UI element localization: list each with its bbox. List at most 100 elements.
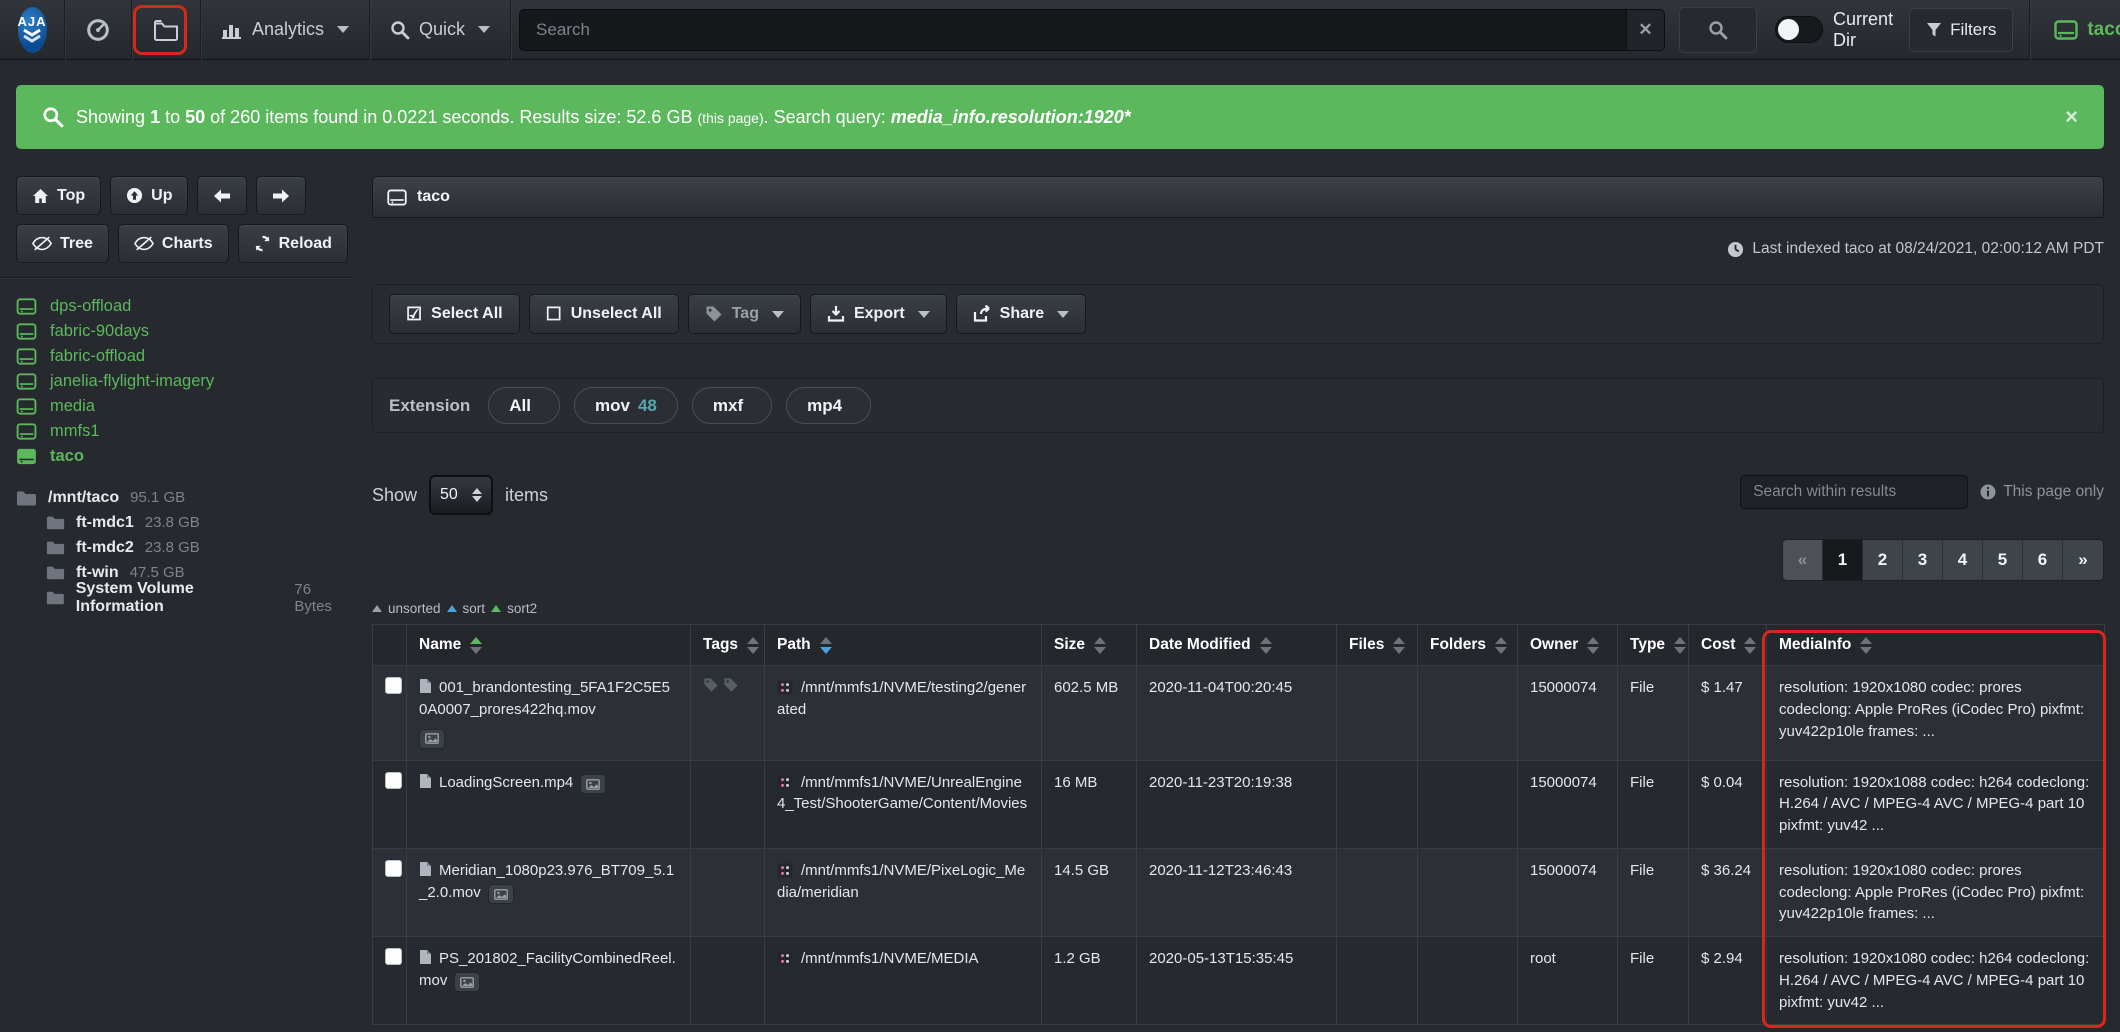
media-thumbnail-button[interactable] — [419, 729, 445, 749]
pagination-page-4[interactable]: 4 — [1943, 540, 1983, 580]
pagination-page-1[interactable]: 1 — [1823, 540, 1863, 580]
media-thumbnail-button[interactable] — [488, 884, 514, 904]
column-header-owner[interactable]: Owner — [1518, 625, 1618, 666]
mediainfo-cell: resolution: 1920x1080 codec: prores code… — [1767, 848, 2105, 936]
search-input[interactable] — [519, 9, 1627, 51]
sidebar-index-mmfs1[interactable]: mmfs1 — [16, 419, 352, 444]
media-thumbnail-button[interactable] — [454, 972, 480, 992]
column-header-type[interactable]: Type — [1618, 625, 1689, 666]
path-actions-button[interactable] — [777, 863, 793, 878]
path-link[interactable]: /mnt/mmfs1/NVME/PixeLogic_Media/meridian — [777, 862, 1025, 901]
file-name-link[interactable]: Meridian_1080p23.976_BT709_5.1_2.0.mov — [419, 862, 674, 901]
pagination-page-2[interactable]: 2 — [1863, 540, 1903, 580]
row-checkbox[interactable] — [385, 772, 402, 789]
path-actions-button[interactable] — [777, 951, 793, 966]
sidebar-index-janelia-flylight-imagery[interactable]: janelia-flylight-imagery — [16, 369, 352, 394]
drive-icon-filled — [16, 448, 37, 465]
file-icon — [419, 678, 432, 694]
tree-item[interactable]: ft-mdc1 23.8 GB — [16, 510, 352, 535]
row-checkbox[interactable] — [385, 948, 402, 965]
column-header-path[interactable]: Path — [765, 625, 1042, 666]
filters-button[interactable]: Filters — [1909, 8, 2013, 52]
file-browser-button[interactable] — [132, 0, 200, 60]
row-checkbox[interactable] — [385, 860, 402, 877]
pagination-page-5[interactable]: 5 — [1983, 540, 2023, 580]
quick-label: Quick — [419, 19, 465, 40]
media-thumbnail-button[interactable] — [580, 774, 606, 794]
sidebar-index-fabric-offload[interactable]: fabric-offload — [16, 344, 352, 369]
sidebar-index-fabric-90days[interactable]: fabric-90days — [16, 319, 352, 344]
current-dir-toggle[interactable] — [1775, 16, 1823, 43]
select-all-button[interactable]: ☑ Select All — [389, 294, 520, 334]
files-cell — [1337, 760, 1418, 848]
tree-toggle-button[interactable]: Tree — [16, 224, 109, 263]
reload-button[interactable]: Reload — [238, 224, 348, 263]
path-link[interactable]: /mnt/mmfs1/NVME/MEDIA — [801, 950, 979, 967]
column-header-tags[interactable]: Tags — [691, 625, 765, 666]
extension-pill-all[interactable]: All — [488, 387, 560, 424]
export-button[interactable]: Export — [810, 294, 947, 334]
path-actions-button[interactable] — [777, 775, 793, 790]
spinner-arrows-icon — [472, 488, 482, 502]
sort-link-sort[interactable]: sort — [463, 601, 486, 616]
search-submit-button[interactable] — [1679, 7, 1757, 53]
current-index-header: taco — [372, 176, 2104, 218]
items-per-page-select[interactable]: 50 — [429, 475, 493, 515]
tag-button[interactable]: Tag — [688, 294, 801, 334]
sidebar-index-dps-offload[interactable]: dps-offload — [16, 294, 352, 319]
tag-icon[interactable] — [703, 677, 719, 693]
back-button[interactable] — [197, 176, 247, 215]
charts-toggle-button[interactable]: Charts — [118, 224, 229, 263]
pagination-page-6[interactable]: 6 — [2023, 540, 2063, 580]
extension-pill-mp4[interactable]: mp4 — [786, 387, 871, 424]
sidebar-index-taco[interactable]: taco — [16, 444, 352, 469]
eye-slash-icon — [134, 236, 154, 251]
date-cell: 2020-05-13T15:35:45 — [1137, 937, 1337, 1025]
chevron-down-icon — [772, 311, 784, 318]
column-header-cost[interactable]: Cost — [1689, 625, 1767, 666]
share-button[interactable]: Share — [956, 294, 1086, 334]
date-cell: 2020-11-23T20:19:38 — [1137, 760, 1337, 848]
sort-link-sort2[interactable]: sort2 — [507, 601, 537, 616]
column-header-name[interactable]: Name — [407, 625, 691, 666]
tree-item[interactable]: ft-mdc2 23.8 GB — [16, 535, 352, 560]
app-logo[interactable]: AJA — [0, 0, 64, 60]
tree-item[interactable]: System Volume Information 76 Bytes — [16, 585, 352, 610]
forward-button[interactable] — [256, 176, 306, 215]
column-header-date-modified[interactable]: Date Modified — [1137, 625, 1337, 666]
pagination-prev[interactable]: « — [1783, 540, 1823, 580]
quick-menu[interactable]: Quick — [370, 0, 510, 60]
path-link[interactable]: /mnt/mmfs1/NVME/UnrealEngine4_Test/Shoot… — [777, 774, 1027, 813]
arrow-right-icon — [272, 189, 290, 203]
tree-item-root[interactable]: /mnt/taco 95.1 GB — [16, 485, 352, 510]
unselect-all-button[interactable]: ☐ Unselect All — [529, 294, 679, 334]
table-row: LoadingScreen.mp4 /mnt/mmfs1/NVME/Unreal… — [373, 760, 2105, 848]
banner-close-icon[interactable]: × — [2065, 104, 2078, 130]
up-button[interactable]: Up — [110, 176, 188, 215]
sort-arrows-icon — [1393, 637, 1405, 654]
sort-link-unsorted[interactable]: unsorted — [388, 601, 441, 616]
column-header-mediainfo[interactable]: MediaInfo — [1767, 625, 2105, 666]
sidebar-index-media[interactable]: media — [16, 394, 352, 419]
top-button[interactable]: Top — [16, 176, 101, 215]
row-checkbox[interactable] — [385, 677, 402, 694]
tag-icon[interactable] — [723, 677, 739, 693]
analytics-menu[interactable]: Analytics — [201, 0, 369, 60]
path-actions-button[interactable] — [777, 680, 793, 695]
search-within-results-input[interactable] — [1740, 475, 1968, 509]
column-header-folders[interactable]: Folders — [1418, 625, 1518, 666]
analytics-label: Analytics — [252, 19, 324, 40]
column-header-files[interactable]: Files — [1337, 625, 1418, 666]
file-name-link[interactable]: 001_brandontesting_5FA1F2C5E50A0007_pror… — [419, 679, 670, 718]
pagination-next[interactable]: » — [2063, 540, 2103, 580]
column-header-size[interactable]: Size — [1042, 625, 1137, 666]
index-selector[interactable]: taco — [2030, 0, 2120, 60]
extension-pill-mov[interactable]: mov 48 — [574, 387, 678, 424]
row-tags — [703, 677, 752, 693]
pagination-page-3[interactable]: 3 — [1903, 540, 1943, 580]
path-link[interactable]: /mnt/mmfs1/NVME/testing2/generated — [777, 679, 1026, 718]
dashboard-button[interactable] — [65, 0, 131, 60]
clear-search-button[interactable]: ✕ — [1627, 9, 1665, 51]
file-name-link[interactable]: LoadingScreen.mp4 — [439, 774, 573, 791]
extension-pill-mxf[interactable]: mxf — [692, 387, 772, 424]
